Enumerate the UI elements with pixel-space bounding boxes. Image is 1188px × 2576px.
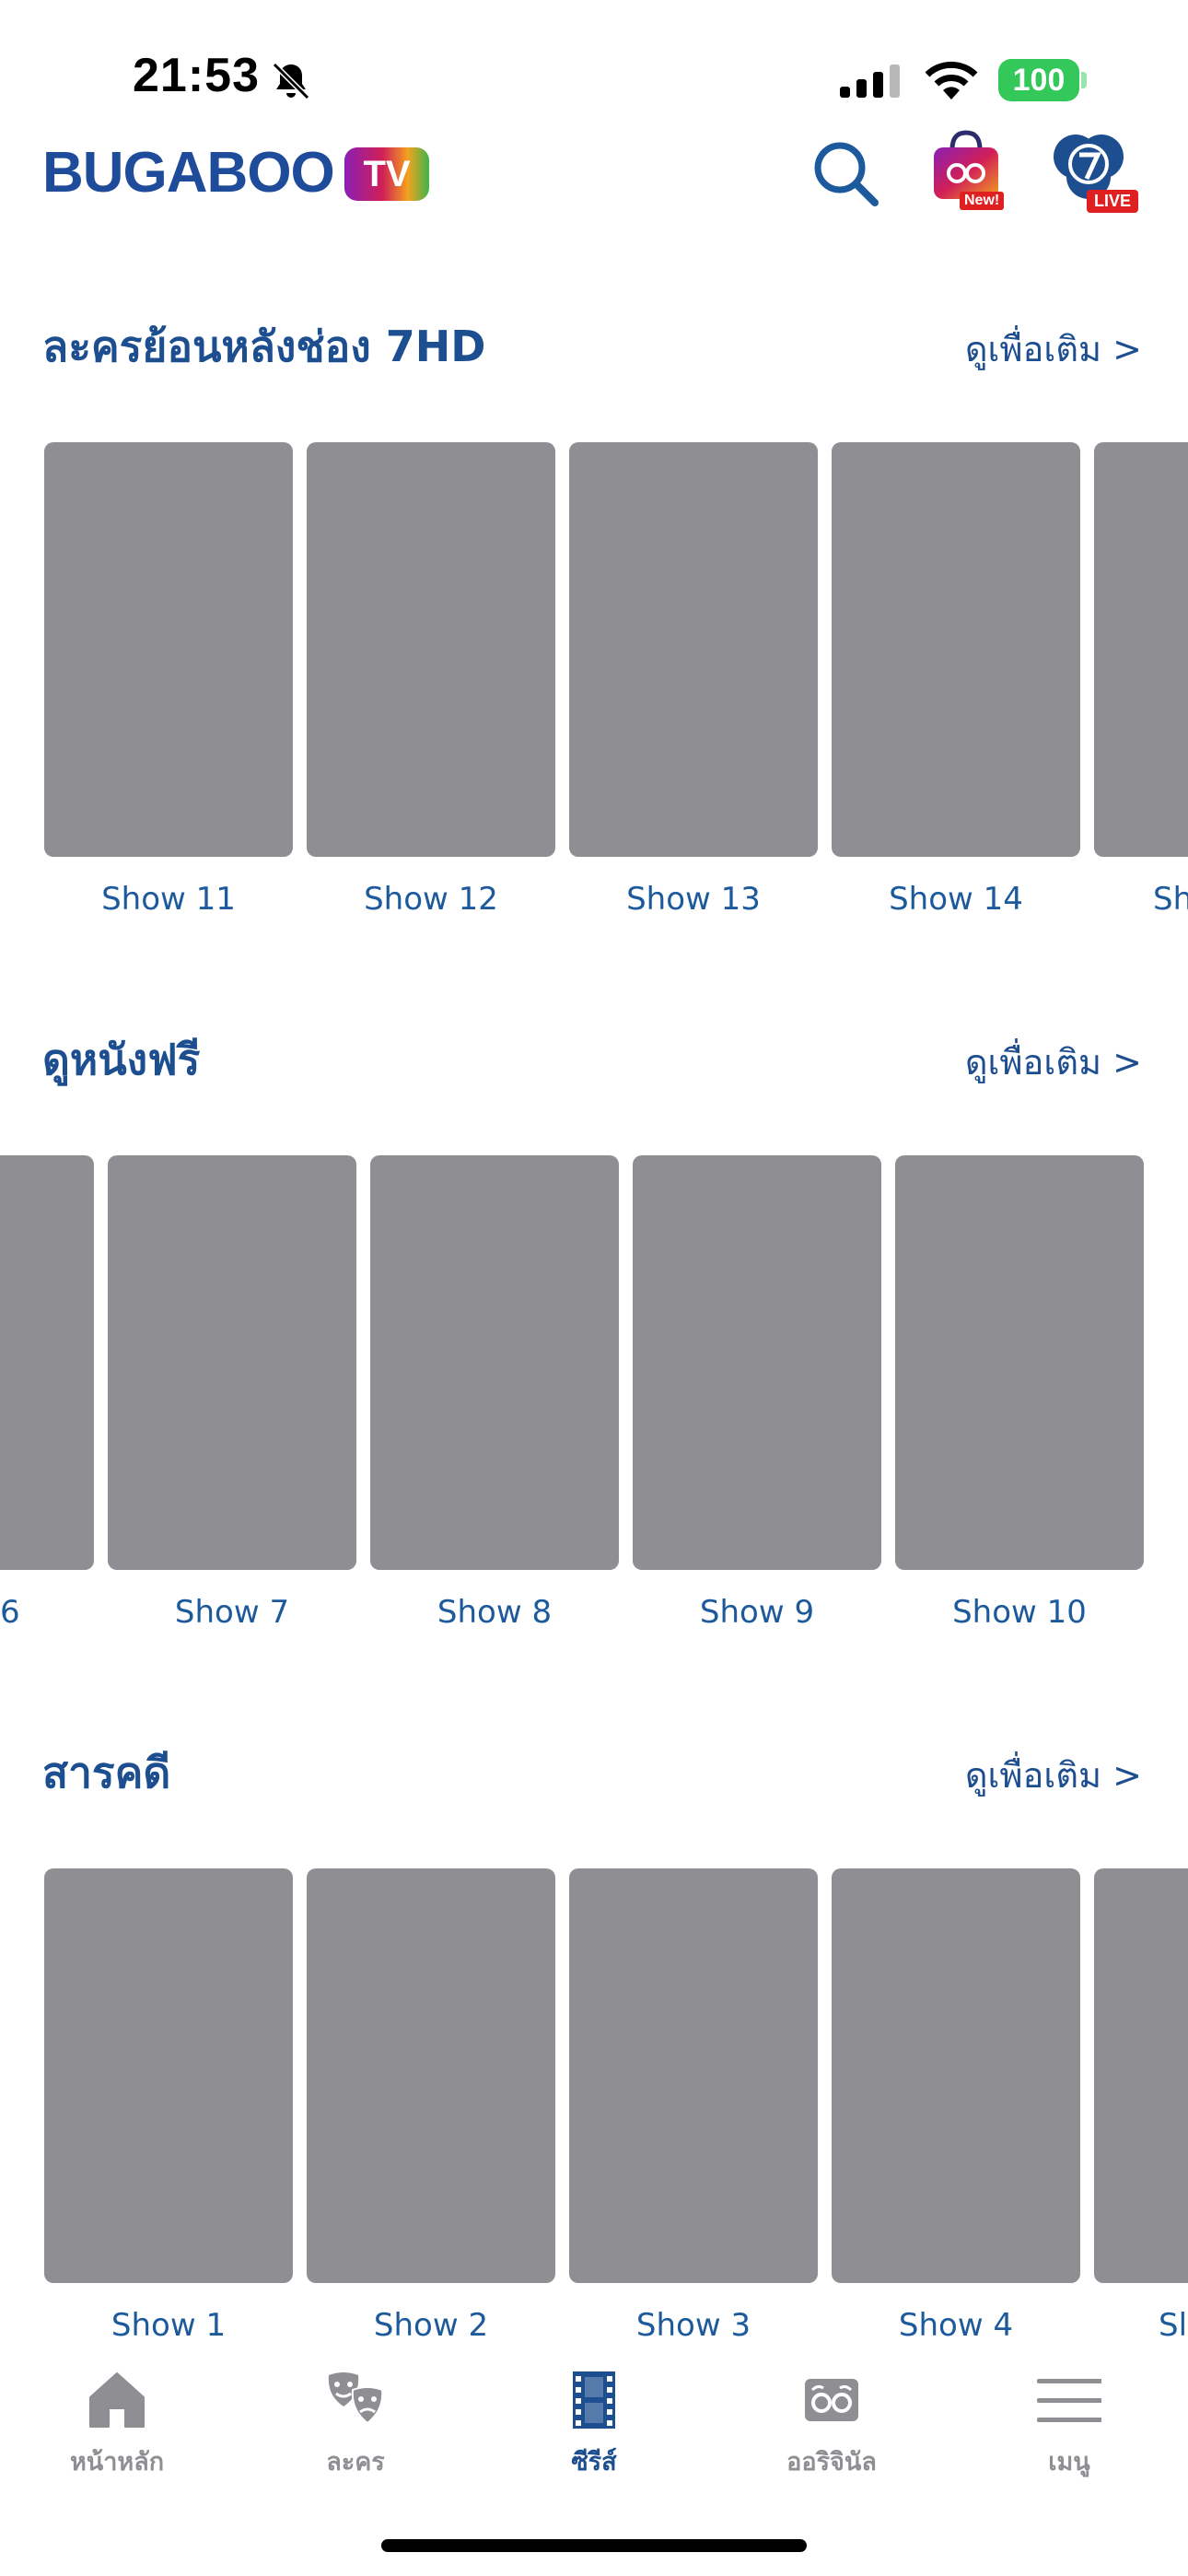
battery-tip: [1081, 72, 1087, 88]
show-title: Show 8: [437, 1594, 553, 1631]
home-icon: [89, 2372, 145, 2428]
see-more-link[interactable]: ดูเพื่อเติม >: [866, 1034, 1142, 1090]
live-badge: LIVE: [1087, 190, 1139, 213]
show-title: Show 14: [889, 881, 1023, 918]
hamburger-menu-icon: [1037, 2379, 1101, 2422]
see-more-link[interactable]: ดูเพื่อเติม >: [866, 1747, 1142, 1803]
tab-series[interactable]: ซีรีส์: [511, 2368, 677, 2488]
home-indicator[interactable]: [381, 2539, 807, 2552]
drama-masks-icon: [328, 2372, 384, 2425]
show-poster[interactable]: [1094, 442, 1188, 857]
search-icon[interactable]: [810, 138, 880, 208]
tab-label: ออริจินัล: [786, 2448, 877, 2476]
show-title: Show 13: [626, 881, 761, 918]
show-title: Show 7: [174, 1594, 290, 1631]
status-time: 21:53: [133, 49, 260, 102]
show-title: Show 10: [952, 1594, 1087, 1631]
new-badge: New!: [960, 192, 1005, 210]
section-title: ละครย้อนหลังช่อง 7HD: [42, 322, 486, 371]
show-title: Show 1: [111, 2307, 227, 2344]
tab-label: หน้าหลัก: [69, 2448, 165, 2476]
show-poster[interactable]: [569, 1868, 818, 2283]
show-title: Sh: [1153, 881, 1188, 918]
show-poster[interactable]: [307, 1868, 555, 2283]
show-poster[interactable]: [307, 442, 555, 857]
bell-muted-icon: [272, 62, 310, 100]
show-title: Show 2: [373, 2307, 489, 2344]
show-poster[interactable]: [44, 1868, 293, 2283]
shop-button[interactable]: New!: [925, 129, 1007, 214]
show-poster[interactable]: [569, 442, 818, 857]
cellular-signal-icon: [840, 64, 900, 98]
tab-label: เมนู: [1048, 2448, 1090, 2476]
show-poster[interactable]: [370, 1155, 619, 1570]
tab-home[interactable]: หน้าหลัก: [34, 2368, 200, 2488]
tab-drama[interactable]: ละคร: [273, 2368, 438, 2488]
wifi-icon: [925, 61, 978, 100]
show-title: Sl: [1159, 2307, 1188, 2344]
show-poster[interactable]: [44, 442, 293, 857]
section-title: สารคดี: [42, 1748, 171, 1797]
app-logo-tv-badge: TV: [344, 147, 429, 201]
section-title: ดูหนังฟรี: [42, 1035, 201, 1084]
show-poster[interactable]: [633, 1155, 881, 1570]
show-title: Show 4: [898, 2307, 1014, 2344]
tab-menu[interactable]: เมนู: [986, 2368, 1152, 2488]
show-poster[interactable]: [895, 1155, 1144, 1570]
app-logo: BUGABOO: [42, 141, 335, 205]
show-title: Show 12: [364, 881, 498, 918]
tab-label: ซีรีส์: [571, 2448, 617, 2476]
show-poster[interactable]: [108, 1155, 356, 1570]
show-title: 6: [0, 1594, 20, 1631]
tab-label: ละคร: [326, 2448, 385, 2476]
show-title: Show 3: [635, 2307, 751, 2344]
live-tv-button[interactable]: LIVE: [1046, 129, 1139, 214]
film-strip-icon: [573, 2371, 615, 2429]
show-title: Show 9: [699, 1594, 815, 1631]
show-poster[interactable]: [832, 442, 1080, 857]
see-more-link[interactable]: ดูเพื่อเติม >: [866, 321, 1142, 377]
show-poster[interactable]: [832, 1868, 1080, 2283]
show-poster[interactable]: [1094, 1868, 1188, 2283]
show-title: Show 11: [101, 881, 236, 918]
show-poster[interactable]: [0, 1155, 94, 1570]
bugaboo-eyes-icon: [805, 2379, 858, 2421]
tab-original[interactable]: ออริจินัล: [749, 2368, 914, 2488]
battery-indicator: 100: [998, 59, 1079, 101]
